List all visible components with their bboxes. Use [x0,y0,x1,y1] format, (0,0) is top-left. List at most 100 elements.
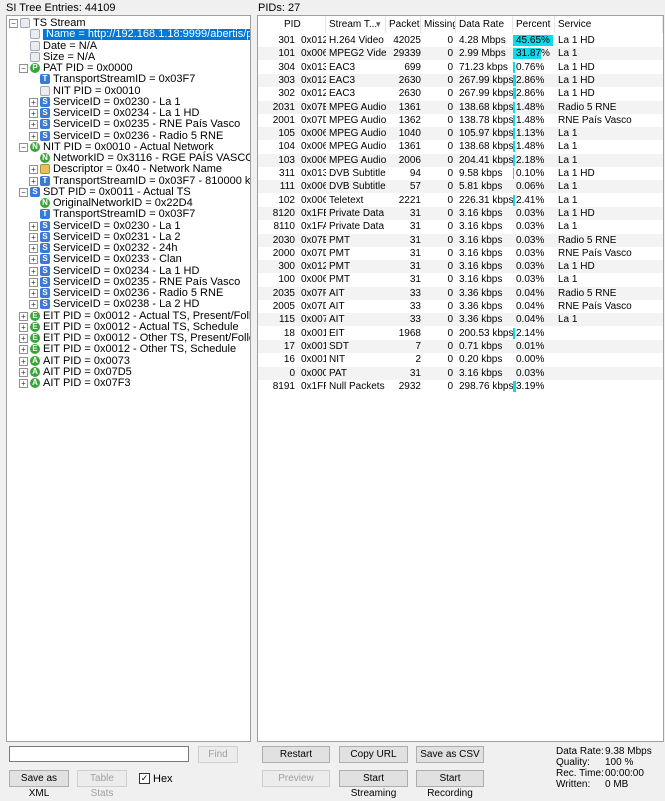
table-row[interactable]: 81100x1FAEPrivate Data3103.16 kbps0.03%L… [258,220,663,233]
collapse-icon[interactable]: − [19,188,28,197]
table-row[interactable]: 81200x1FB8Private Data3103.16 kbps0.03%L… [258,207,663,220]
column-header[interactable]: PID [258,16,326,33]
find-button[interactable]: Find [198,746,238,763]
table-row[interactable]: 3000x012CPMT3103.16 kbps0.03%La 1 HD [258,260,663,273]
hex-checkbox[interactable]: ✓ [139,773,150,784]
tree-node-label: ServiceID = 0x0234 - La 1 HD [53,266,199,277]
expand-icon[interactable]: + [29,177,38,186]
table-row[interactable]: 20000x07D0PMT3103.16 kbps0.03%RNE País V… [258,247,663,260]
expand-icon[interactable]: + [19,368,28,377]
table-cell: 103 [258,154,295,167]
table-row[interactable]: 1050x0069MPEG Audio10400105.97 kbps1.13%… [258,127,663,140]
table-cell: 303 [258,74,295,87]
table-cell: 0.04% [516,300,555,313]
table-cell: 0x012D [301,34,326,47]
si-tree[interactable]: −TS StreamName = http://192.168.1.18:999… [6,15,251,742]
expand-icon[interactable]: + [29,244,38,253]
expand-icon[interactable]: + [29,278,38,287]
table-cell: 8191 [258,380,295,393]
table-row[interactable]: 20300x07EEPMT3103.16 kbps0.03%Radio 5 RN… [258,234,663,247]
save-as-csv-button[interactable]: Save as CSV [416,746,484,763]
table-row[interactable]: 3010x012DH.264 Video4202504.28 Mbps45.65… [258,34,663,47]
expand-icon[interactable]: + [29,233,38,242]
table-cell: 0x0065 [301,47,326,60]
column-header[interactable]: Percent [513,16,555,33]
table-cell: 0.03% [516,234,555,247]
restart-button[interactable]: Restart [262,746,330,763]
table-row[interactable]: 3110x0137DVB Subtitles9409.58 kbps0.10%L… [258,167,663,180]
expand-icon[interactable]: + [29,300,38,309]
table-row[interactable]: 1040x0068MPEG Audio13610138.68 kbps1.48%… [258,140,663,153]
column-header[interactable]: Service [555,16,663,33]
table-row[interactable]: 170x0011SDT700.71 kbps0.01% [258,340,663,353]
eit-icon: E [30,333,40,343]
expand-icon[interactable]: + [29,132,38,141]
expand-icon[interactable]: + [29,267,38,276]
collapse-icon[interactable]: − [19,143,28,152]
table-row[interactable]: 1110x006FDVB Subtitles5705.81 kbps0.06%L… [258,180,663,193]
tree-node-label: Descriptor = 0x40 - Network Name [53,164,222,175]
column-header[interactable]: Data Rate [456,16,513,33]
expand-icon[interactable]: + [19,357,28,366]
table-row[interactable]: 20010x07D1MPEG Audio13620138.78 kbps1.48… [258,114,663,127]
table-cell: 138.68 kbps [459,140,513,153]
table-row[interactable]: 1020x0066Teletext22210226.31 kbps2.41%La… [258,194,663,207]
find-input[interactable] [9,746,189,762]
expand-icon[interactable]: + [29,165,38,174]
table-row[interactable]: 3040x0130EAC3699071.23 kbps0.76%La 1 HD [258,61,663,74]
table-stats-button[interactable]: Table Stats [77,770,127,787]
save-as-xml-button[interactable]: Save as XML [9,770,69,787]
table-cell: 1361 [389,101,421,114]
expand-icon[interactable]: + [19,312,28,321]
column-header[interactable]: Missing [421,16,456,33]
table-cell: 0 [424,353,453,366]
table-cell: 2035 [258,287,295,300]
table-cell: 31 [389,247,421,260]
table-cell: MPEG2 Video [329,47,386,60]
table-cell: 3.36 kbps [459,300,513,313]
table-cell: 311 [258,167,295,180]
table-cell: La 1 HD [558,207,663,220]
column-header[interactable]: Packets [386,16,421,33]
ait-icon: A [30,367,40,377]
expand-icon[interactable]: + [19,323,28,332]
pid-table[interactable]: PIDStream T...▾PacketsMissingData RatePe… [257,15,664,742]
table-cell: 105 [258,127,295,140]
table-cell: 0 [424,220,453,233]
expand-icon[interactable]: + [29,98,38,107]
table-row[interactable]: 1030x0067MPEG Audio20060204.41 kbps2.18%… [258,154,663,167]
table-row[interactable]: 180x0012EIT19680200.53 kbps2.14% [258,327,663,340]
preview-button[interactable]: Preview [262,770,330,787]
table-row[interactable]: 1000x0064PMT3103.16 kbps0.03%La 1 [258,273,663,286]
expand-icon[interactable]: + [29,255,38,264]
table-row[interactable]: 81910x1FFFNull Packets29320298.76 kbps3.… [258,380,663,393]
collapse-icon[interactable]: − [19,64,28,73]
expand-icon[interactable]: + [29,120,38,129]
table-cell: La 1 [558,47,663,60]
table-row[interactable]: 20050x07D5AIT3303.36 kbps0.04%RNE País V… [258,300,663,313]
expand-icon[interactable]: + [29,222,38,231]
service-icon: S [40,266,50,276]
table-cell: 267.99 kbps [459,87,513,100]
table-row[interactable]: 1010x0065MPEG2 Video2933902.99 Mbps31.87… [258,47,663,60]
expand-icon[interactable]: + [19,334,28,343]
table-row[interactable]: 00x0000PAT3103.16 kbps0.03% [258,367,663,380]
expand-icon[interactable]: + [19,345,28,354]
table-cell: RNE País Vasco [558,247,663,260]
table-row[interactable]: 3030x012FEAC326300267.99 kbps2.86%La 1 H… [258,74,663,87]
table-cell: 0 [424,74,453,87]
copy-url-button[interactable]: Copy URL [339,746,408,763]
table-row[interactable]: 20350x07F3AIT3303.36 kbps0.04%Radio 5 RN… [258,287,663,300]
expand-icon[interactable]: + [19,379,28,388]
expand-icon[interactable]: + [29,109,38,118]
start-streaming-button[interactable]: Start Streaming [339,770,408,787]
table-row[interactable]: 1150x0073AIT3303.36 kbps0.04%La 1 [258,313,663,326]
table-cell: 1.48% [516,140,555,153]
expand-icon[interactable]: + [29,289,38,298]
table-cell: La 1 [558,180,663,193]
start-recording-button[interactable]: Start Recording [416,770,484,787]
table-row[interactable]: 160x0010NIT200.20 kbps0.00% [258,353,663,366]
collapse-icon[interactable]: − [9,19,18,28]
table-row[interactable]: 3020x012EEAC326300267.99 kbps2.86%La 1 H… [258,87,663,100]
table-row[interactable]: 20310x07EFMPEG Audio13610138.68 kbps1.48… [258,101,663,114]
